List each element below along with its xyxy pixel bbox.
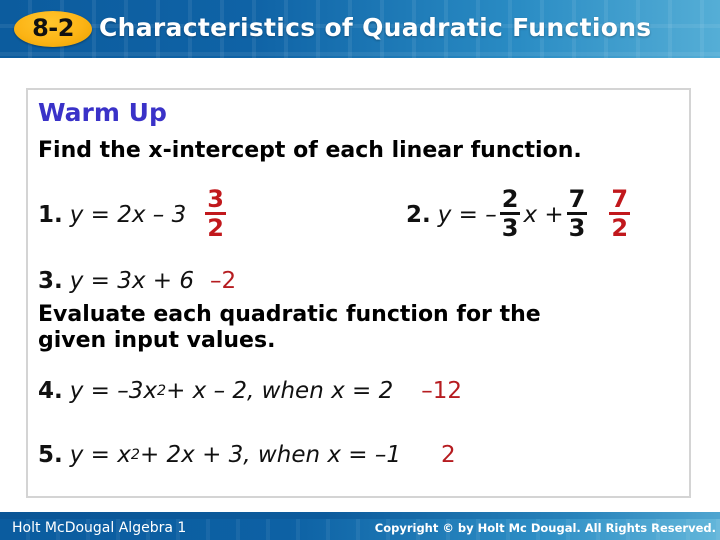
lesson-number-label: 8-2 xyxy=(32,14,74,42)
problem-4-exponent: 2 xyxy=(157,383,167,399)
problem-4: 4. y = –3x 2 + x – 2, when x = 2 –12 xyxy=(38,378,462,404)
instruction-find-x-intercept: Find the x-intercept of each linear func… xyxy=(38,138,582,163)
problem-2: 2. y = – 2 3 x + 7 3 7 2 xyxy=(406,185,633,242)
problem-5-expression-after-exponent: + 2x + 3, when x = –1 xyxy=(139,442,401,468)
problem-2-expression-prefix: y = – xyxy=(437,201,497,228)
problem-4-expression-after-exponent: + x – 2, when x = 2 xyxy=(166,378,394,404)
problem-2-constant-numerator: 7 xyxy=(568,185,586,213)
problem-2-constant-fraction: 7 3 xyxy=(566,185,588,242)
problem-2-coefficient-numerator: 2 xyxy=(501,185,519,213)
problem-1-expression: y = 2x – 3 xyxy=(69,201,187,228)
problem-5-expression-before-exponent: y = x xyxy=(69,442,131,468)
page-title: Characteristics of Quadratic Functions xyxy=(99,13,652,42)
problem-1-number: 1. xyxy=(38,201,63,228)
problem-2-coefficient-denominator: 3 xyxy=(501,214,519,242)
problem-3-number: 3. xyxy=(38,268,63,294)
footer-book-title: Holt McDougal Algebra 1 xyxy=(12,520,187,536)
problem-4-expression-before-exponent: y = –3x xyxy=(69,378,157,404)
footer-copyright: Copyright © by Holt Mc Dougal. All Right… xyxy=(374,521,716,535)
problem-2-coefficient-fraction: 2 3 xyxy=(499,185,521,242)
instruction-text-2b: given input values. xyxy=(38,328,276,353)
lesson-number-badge: 8-2 xyxy=(14,11,92,47)
slide-footer: Holt McDougal Algebra 1 Copyright © by H… xyxy=(0,512,720,540)
problem-2-number: 2. xyxy=(406,201,431,228)
problem-1-answer-denominator: 2 xyxy=(207,214,224,242)
problem-4-answer: –12 xyxy=(421,378,462,404)
footer-accent-band xyxy=(0,512,720,519)
problem-5: 5. y = x2 + 2x + 3, when x = –1 2 xyxy=(38,442,456,468)
problem-1-answer-fraction: 3 2 xyxy=(205,187,226,240)
problem-4-number: 4. xyxy=(38,378,63,404)
problem-2-answer-denominator: 2 xyxy=(611,214,629,242)
instruction-text-1: Find the x-intercept of each linear func… xyxy=(38,138,582,163)
problem-1-answer-numerator: 3 xyxy=(207,185,224,213)
instruction-evaluate-line-2: given input values. xyxy=(38,328,275,353)
problem-5-answer: 2 xyxy=(441,442,456,468)
instruction-evaluate-line-1: Evaluate each quadratic function for the xyxy=(38,302,541,327)
problem-2-constant-denominator: 3 xyxy=(568,214,586,242)
slide-root: 8-2 Characteristics of Quadratic Functio… xyxy=(0,0,720,540)
problem-2-answer-numerator: 7 xyxy=(611,185,629,213)
problem-3-expression: y = 3x + 6 xyxy=(69,268,195,294)
problem-3-answer: –2 xyxy=(210,268,237,294)
problem-3: 3. y = 3x + 6 –2 xyxy=(38,268,236,294)
content-panel: Warm Up Find the x-intercept of each lin… xyxy=(26,88,691,498)
problem-1: 1. y = 2x – 3 3 2 xyxy=(38,187,229,241)
problem-5-exponent: 2 xyxy=(130,447,140,463)
problem-2-expression-mid: x + xyxy=(523,201,564,228)
instruction-text-2a: Evaluate each quadratic function for the xyxy=(38,302,541,327)
slide-header: 8-2 Characteristics of Quadratic Functio… xyxy=(0,0,720,58)
problem-2-answer-fraction: 7 2 xyxy=(609,185,631,242)
warm-up-heading: Warm Up xyxy=(38,98,167,127)
problem-5-number: 5. xyxy=(38,442,63,468)
